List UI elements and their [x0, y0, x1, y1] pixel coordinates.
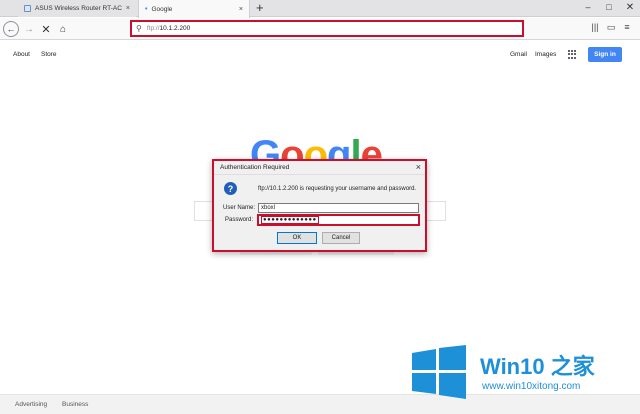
dialog-title-bar: Authentication Required ×: [214, 161, 425, 175]
tab-asus-router[interactable]: ASUS Wireless Router RT-AC68 ×: [18, 0, 136, 17]
sidebar-icon[interactable]: ▭: [604, 22, 618, 33]
forward-arrow-icon[interactable]: →: [21, 21, 37, 37]
dialog-title: Authentication Required: [220, 164, 290, 171]
library-icon[interactable]: |||: [588, 22, 602, 32]
tab-google[interactable]: • Google ×: [138, 0, 250, 18]
hamburger-menu-icon[interactable]: ≡: [620, 22, 634, 32]
sign-in-button[interactable]: Sign in: [588, 47, 622, 62]
navigation-toolbar: ← → ✕ ⌂ ⚲ ftp://10.1.2.200 ||| ▭ ≡: [0, 18, 640, 40]
tab-strip: ASUS Wireless Router RT-AC68 × • Google …: [0, 0, 640, 18]
store-link[interactable]: Store: [41, 51, 57, 58]
maximize-button[interactable]: □: [599, 2, 619, 12]
back-arrow-icon[interactable]: ←: [3, 21, 19, 37]
dialog-message: ftp://10.1.2.200 is requesting your user…: [258, 186, 417, 192]
home-icon[interactable]: ⌂: [55, 21, 71, 37]
search-icon: ⚲: [136, 24, 142, 33]
password-value: ●●●●●●●●●●●●●: [261, 216, 319, 224]
watermark-title: Win10 之家: [480, 354, 595, 379]
url-scheme: ftp://: [146, 25, 160, 32]
close-icon[interactable]: ×: [126, 5, 130, 12]
images-link[interactable]: Images: [535, 51, 556, 58]
question-icon: ?: [224, 182, 237, 195]
windows-logo-icon: [412, 345, 466, 399]
gmail-link[interactable]: Gmail: [510, 51, 527, 58]
username-field[interactable]: xboxl: [258, 203, 419, 213]
new-tab-button[interactable]: +: [256, 1, 264, 15]
close-icon[interactable]: ×: [239, 6, 243, 13]
address-bar[interactable]: ⚲ ftp://10.1.2.200: [130, 20, 524, 37]
password-field[interactable]: ●●●●●●●●●●●●●: [257, 214, 420, 226]
url-host: 10.1.2.200: [159, 25, 191, 32]
router-icon: [24, 5, 31, 12]
watermark-url: www.win10xitong.com: [482, 381, 581, 392]
ok-button[interactable]: OK: [277, 232, 317, 244]
cancel-button[interactable]: Cancel: [322, 232, 360, 244]
tab-label: Google: [151, 5, 173, 13]
close-icon[interactable]: ×: [416, 162, 421, 172]
google-g-icon: •: [145, 5, 148, 13]
stop-icon[interactable]: ✕: [38, 21, 54, 37]
about-link[interactable]: About: [13, 51, 30, 58]
window-close-button[interactable]: ✕: [620, 2, 640, 13]
tab-label: ASUS Wireless Router RT-AC68: [35, 5, 122, 12]
authentication-dialog: Authentication Required × ? ftp://10.1.2…: [212, 159, 427, 252]
watermark: Win10 之家 www.win10xitong.com: [410, 345, 632, 407]
username-label: User Name:: [223, 205, 256, 211]
minimize-button[interactable]: –: [578, 2, 598, 12]
apps-grid-icon[interactable]: [568, 50, 577, 59]
business-link[interactable]: Business: [62, 401, 88, 408]
advertising-link[interactable]: Advertising: [15, 401, 47, 408]
password-label: Password:: [225, 217, 254, 223]
